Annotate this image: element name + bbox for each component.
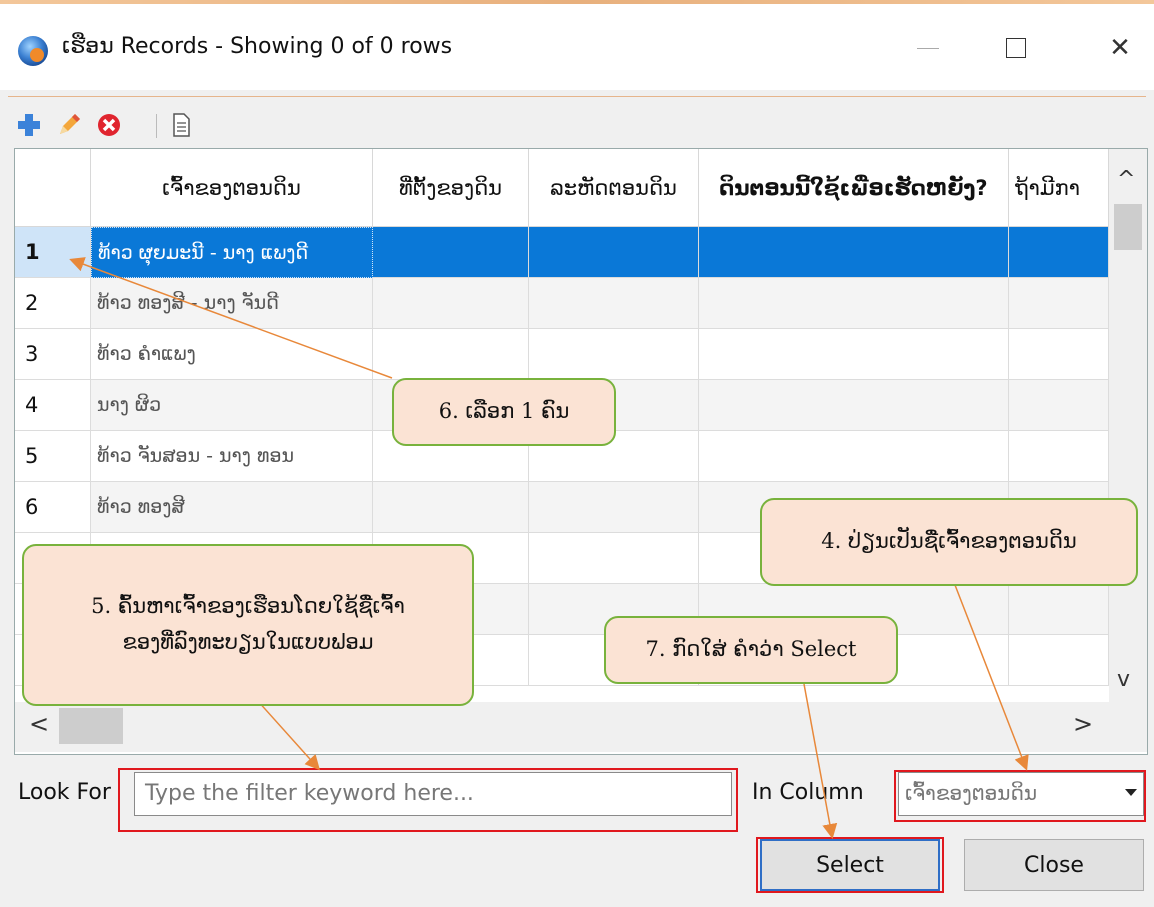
extra-cell[interactable] [1009,431,1109,482]
pencil-icon[interactable] [56,112,82,138]
location-cell[interactable] [373,278,529,329]
scroll-right-icon[interactable]: > [1073,710,1093,738]
row-number[interactable]: 1 [15,227,91,278]
parcel-code-cell[interactable] [529,227,699,278]
vertical-scrollbar[interactable]: ^ v [1109,149,1147,702]
row-number[interactable]: 5 [15,431,91,482]
callout-change-column: 4. ປ່ຽນເປັນຊື່ເຈົ້າຂອງຕອນດິນ [760,498,1138,586]
filter-highlight-box [118,768,738,832]
column-header-owner[interactable]: ເຈົ້າຂອງຕອນດິນ [91,149,373,227]
extra-cell[interactable] [1009,278,1109,329]
close-window-button[interactable]: ✕ [1090,22,1150,74]
owner-cell[interactable]: ນາງ ຜິວ [91,380,373,431]
vertical-scroll-thumb[interactable] [1114,204,1142,250]
parcel-code-cell[interactable] [529,533,699,584]
toolbar-separator [156,114,157,138]
row-number[interactable]: 4 [15,380,91,431]
look-for-label: Look For [18,780,111,805]
select-button-highlight-box [756,837,944,893]
scrollbar-corner [1109,702,1147,752]
extra-cell[interactable] [1009,584,1109,635]
location-cell[interactable] [373,329,529,380]
column-select-highlight-box [894,770,1146,822]
toolbar [8,104,1146,146]
land-use-cell[interactable] [699,380,1009,431]
callout-search-line-1: 5. ຄົ້ນຫາເຈົ້າຂອງເຮືອນໂດຍໃຊ້ຊື່ເຈົ້າ [91,594,405,619]
callout-click-select: 7. ກົດໃສ່ ຄຳວ່າ Select [604,616,898,684]
window-title: ເຮືອນ Records - Showing 0 of 0 rows [62,34,453,59]
row-header-corner [15,149,91,227]
location-cell[interactable] [373,482,529,533]
owner-cell[interactable]: ທ້າວ ທອງສີ - ນາງ ຈັນດີ [91,278,373,329]
column-header-extra[interactable]: ຖ້າມີກາ [1009,149,1109,227]
row-number[interactable]: 6 [15,482,91,533]
records-dialog: ເຮືອນ Records - Showing 0 of 0 rows ✕ ເຈ… [0,0,1154,907]
title-bar: ເຮືອນ Records - Showing 0 of 0 rows ✕ [0,4,1154,90]
callout-search-line-2: ຂອງທີ່ລົງທະບຽນໃນແບບຟອມ [122,630,374,654]
in-column-label: In Column [752,780,864,805]
land-use-cell[interactable] [699,278,1009,329]
extra-cell[interactable] [1009,227,1109,278]
column-header-land-use[interactable]: ດິນຕອນນີ້ໃຊ້ເພື່ອເຮັດຫຍັງ? [699,149,1009,227]
horizontal-scrollbar[interactable]: < > [15,702,1109,752]
table-row[interactable]: 1 ທ້າວ ຜຸຍມະນີ - ນາງ ແພງດີ [15,227,1109,278]
table-row[interactable]: 2 ທ້າວ ທອງສີ - ນາງ ຈັນດີ [15,278,1109,329]
close-icon: ✕ [1109,33,1131,63]
parcel-code-cell[interactable] [529,329,699,380]
owner-cell[interactable]: ທ້າວ ຜຸຍມະນີ - ນາງ ແພງດີ [91,227,373,278]
title-separator [8,96,1146,97]
row-number[interactable]: 3 [15,329,91,380]
minimize-button[interactable] [898,22,958,74]
extra-cell[interactable] [1009,329,1109,380]
table-row[interactable]: 3 ທ້າວ ຄຳແພງ [15,329,1109,380]
horizontal-scroll-thumb[interactable] [59,708,123,744]
land-use-cell[interactable] [699,329,1009,380]
owner-cell[interactable]: ທ້າວ ຈັນສອນ - ນາງ ທອນ [91,431,373,482]
app-globe-icon [18,36,48,66]
minimize-icon [917,47,939,49]
row-number[interactable]: 2 [15,278,91,329]
location-cell[interactable] [373,227,529,278]
delete-x-icon[interactable] [96,112,122,138]
close-button[interactable]: Close [964,839,1144,891]
extra-cell[interactable] [1009,635,1109,686]
owner-cell[interactable]: ທ້າວ ທອງສີ [91,482,373,533]
land-use-cell[interactable] [699,431,1009,482]
maximize-icon [1006,38,1026,58]
document-icon[interactable] [168,112,194,138]
column-header-location[interactable]: ທີ່ຕັ້ງຂອງດິນ [373,149,529,227]
add-plus-icon[interactable] [16,112,42,138]
parcel-code-cell[interactable] [529,278,699,329]
parcel-code-cell[interactable] [529,482,699,533]
extra-cell[interactable] [1009,380,1109,431]
scroll-left-icon[interactable]: < [29,710,49,738]
scroll-up-icon[interactable]: ^ [1117,167,1135,192]
owner-cell[interactable]: ທ້າວ ຄຳແພງ [91,329,373,380]
callout-search-owner: 5. ຄົ້ນຫາເຈົ້າຂອງເຮືອນໂດຍໃຊ້ຊື່ເຈົ້າ ຂອງ… [22,544,474,706]
maximize-button[interactable] [986,22,1046,74]
column-header-parcel-code[interactable]: ລະຫັດຕອນດິນ [529,149,699,227]
callout-select-one-person: 6. ເລືອກ 1 ຄົນ [392,378,616,446]
scroll-down-icon[interactable]: v [1117,667,1130,692]
land-use-cell[interactable] [699,227,1009,278]
